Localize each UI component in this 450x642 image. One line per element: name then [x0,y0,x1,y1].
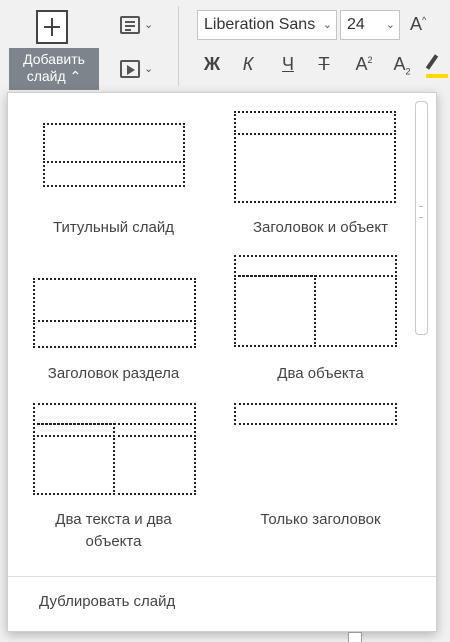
toolbar-separator [178,6,179,86]
layout-two-content[interactable]: Два объекта [228,253,413,391]
chevron-down-icon[interactable]: ⌄ [386,11,395,39]
font-name-value: Liberation Sans [204,16,316,33]
underline-button[interactable]: Ч [273,54,303,75]
layout-icon [120,16,140,34]
font-size-combo[interactable]: 24 ⌄ [340,10,400,40]
chevron-down-icon: ⌄ [144,63,154,75]
content-placeholder [234,133,396,203]
font-name-combo[interactable]: Liberation Sans ⌄ [197,10,337,40]
left-content-placeholder [33,435,115,495]
layout-caption: Титульный слайд [53,219,174,236]
text-placeholder [33,320,196,348]
title-placeholder [33,278,196,322]
layout-thumbnail [234,255,397,347]
title-placeholder [234,403,397,425]
plus-icon [36,10,68,44]
subtitle-placeholder [43,161,185,187]
layout-thumbnail [43,123,185,187]
slide-layout-button[interactable]: ⌄ [116,12,158,40]
grow-font-button[interactable]: A^ [410,14,426,35]
subscript-button[interactable]: A2 [387,54,417,77]
layout-section-header[interactable]: Заголовок раздела [26,271,201,391]
right-content-placeholder [314,275,397,347]
layout-caption: Заголовок раздела [47,365,180,382]
scrollbar-grip-icon [419,206,423,218]
highlighter-icon [425,54,439,70]
layout-thumbnail [234,111,396,203]
duplicate-slide-menu-item[interactable]: Дублировать слайд [39,593,175,610]
chevron-down-icon: ⌄ [144,19,154,31]
right-content-placeholder [113,435,196,495]
strikethrough-icon: Т [318,54,330,74]
layout-comparison[interactable]: Два текста и два объекта [26,399,201,551]
add-slide-label-line1: Добавить [23,51,85,67]
title-placeholder [43,123,185,163]
dropdown-scrollbar[interactable] [415,101,428,335]
layout-title-slide[interactable]: Титульный слайд [26,111,201,241]
bold-icon: Ж [203,54,221,74]
highlight-color-bar [426,74,448,78]
strikethrough-button[interactable]: Т [309,54,339,75]
italic-button[interactable]: К [233,54,263,75]
layout-thumbnail [234,403,397,425]
font-size-value: 24 [347,16,365,33]
underline-icon: Ч [282,54,294,74]
grow-font-icon: A [410,14,423,34]
add-slide-button[interactable]: Добавить слайд ⌃ [9,6,99,90]
layout-title-only[interactable]: Только заголовок [228,399,413,529]
layout-caption: Только заголовок [260,511,381,528]
slideshow-icon [120,60,140,78]
layout-title-and-content[interactable]: Заголовок и объект [228,111,413,241]
title-placeholder [234,255,397,277]
menu-divider [8,576,436,577]
left-content-placeholder [234,275,316,347]
title-placeholder [234,111,396,135]
highlight-button[interactable] [424,52,450,78]
title-placeholder [33,403,196,425]
toolbar: Добавить слайд ⌃ ⌄ ⌄ Liberation Sans ⌄ 2… [0,0,450,92]
layout-thumbnail [33,278,196,348]
layout-caption: Заголовок и объект [253,219,388,236]
layout-caption: Два текста и два объекта [55,511,172,550]
add-slide-dropdown: Титульный слайд Заголовок и объект Загол… [7,92,437,632]
layout-caption: Два объекта [277,365,364,382]
slideshow-button[interactable]: ⌄ [116,56,158,84]
italic-icon: К [242,54,254,74]
statusbar-fragment [348,632,362,642]
bold-button[interactable]: Ж [197,54,227,75]
add-slide-label: Добавить слайд ⌃ [9,48,99,90]
chevron-up-icon: ⌃ [69,68,82,84]
chevron-down-icon[interactable]: ⌄ [323,11,332,39]
layout-thumbnail [33,403,196,495]
superscript-icon: A [355,54,368,74]
add-slide-label-line2: слайд [26,68,66,84]
superscript-button[interactable]: A2 [349,54,379,75]
subscript-icon: A [393,54,406,74]
